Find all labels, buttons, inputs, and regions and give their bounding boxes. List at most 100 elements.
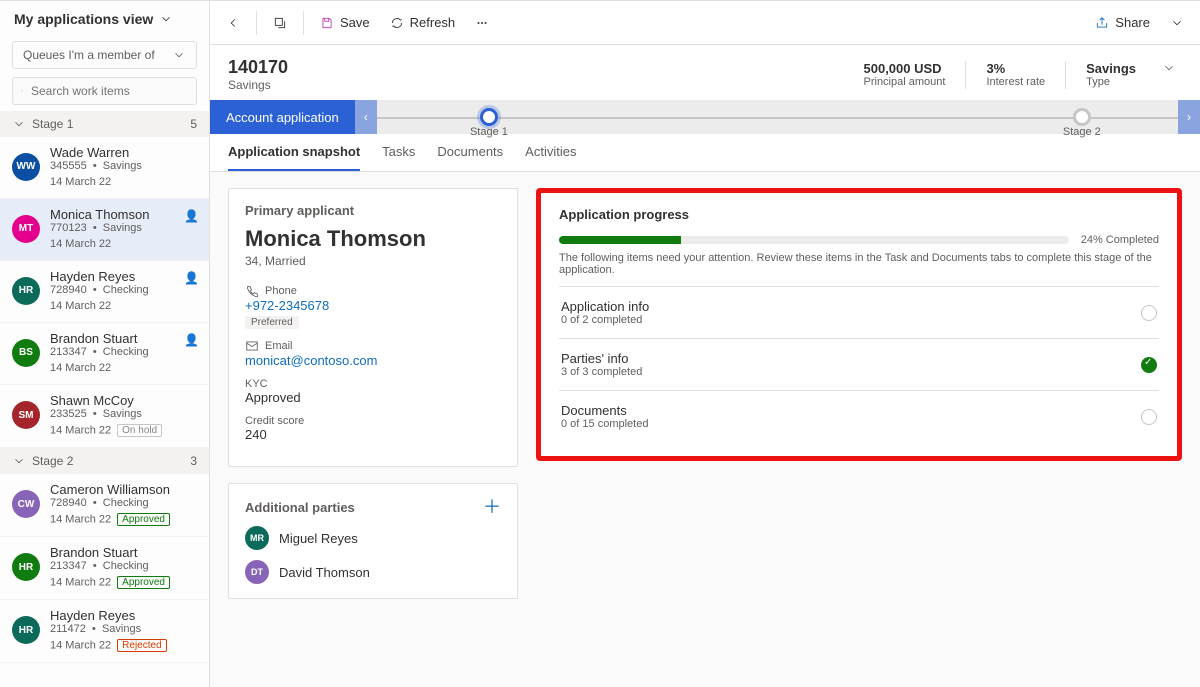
work-item-sub: 728940 • Checking bbox=[50, 497, 197, 509]
refresh-button[interactable]: Refresh bbox=[382, 9, 464, 36]
avatar: MR bbox=[245, 526, 269, 550]
interest-rate-label: Interest rate bbox=[986, 76, 1045, 88]
parties-header: Additional parties bbox=[245, 500, 355, 515]
avatar: CW bbox=[12, 490, 40, 518]
applicant-meta: 34, Married bbox=[245, 254, 501, 268]
work-item[interactable]: SMShawn McCoy233525 • Savings14 March 22… bbox=[0, 385, 209, 448]
presence-icon: 👤 bbox=[184, 333, 199, 347]
stage-current-label: Account application bbox=[226, 110, 339, 125]
work-item[interactable]: BSBrandon Stuart213347 • Checking14 Marc… bbox=[0, 323, 209, 385]
tab-tasks[interactable]: Tasks bbox=[382, 134, 415, 171]
work-item-sub: 345555 • Savings bbox=[50, 160, 197, 172]
phone-label: Phone bbox=[265, 285, 297, 297]
work-item-name: Cameron Williamson bbox=[50, 482, 197, 497]
search-icon bbox=[21, 84, 23, 98]
stage-prev-button[interactable]: ‹ bbox=[355, 100, 377, 134]
status-badge: Approved bbox=[117, 576, 170, 589]
work-item-name: Wade Warren bbox=[50, 145, 197, 160]
more-button[interactable] bbox=[467, 10, 497, 36]
account-type-label: Type bbox=[1086, 76, 1136, 88]
score-label: Credit score bbox=[245, 415, 304, 427]
avatar: HR bbox=[12, 553, 40, 581]
primary-applicant-card: Primary applicant Monica Thomson 34, Mar… bbox=[228, 188, 518, 467]
avatar: SM bbox=[12, 401, 40, 429]
share-icon bbox=[1095, 16, 1109, 30]
progress-section[interactable]: Application info0 of 2 completed bbox=[559, 286, 1159, 338]
stage-bar: Account application ‹ Stage 1 Stage 2 › bbox=[210, 100, 1200, 134]
work-item-date: 14 March 22 bbox=[50, 238, 197, 250]
stage-next-button[interactable]: › bbox=[1178, 100, 1200, 134]
section-sub: 0 of 15 completed bbox=[561, 418, 648, 430]
phone-value[interactable]: +972-2345678 bbox=[245, 298, 501, 313]
stage-current-flag[interactable]: Account application bbox=[210, 100, 355, 134]
progress-bar-fill bbox=[559, 236, 681, 244]
chevron-down-icon bbox=[159, 12, 173, 26]
save-button[interactable]: Save bbox=[312, 9, 378, 36]
work-item[interactable]: HRHayden Reyes728940 • Checking14 March … bbox=[0, 261, 209, 323]
record-subtitle: Savings bbox=[228, 78, 288, 92]
queue-select[interactable]: Queues I'm a member of bbox=[12, 41, 197, 69]
work-item[interactable]: WWWade Warren345555 • Savings14 March 22 bbox=[0, 137, 209, 199]
party-name: David Thomson bbox=[279, 565, 370, 580]
header-expand[interactable] bbox=[1156, 61, 1182, 78]
work-item[interactable]: HRHayden Reyes211472 • Savings14 March 2… bbox=[0, 600, 209, 663]
email-value[interactable]: monicat@contoso.com bbox=[245, 353, 501, 368]
work-item-name: Hayden Reyes bbox=[50, 269, 197, 284]
tab-documents[interactable]: Documents bbox=[437, 134, 503, 171]
command-bar: Save Refresh Share bbox=[210, 1, 1200, 45]
save-label: Save bbox=[340, 15, 370, 30]
share-label: Share bbox=[1115, 15, 1150, 30]
divider bbox=[303, 11, 304, 35]
section-title: Application info bbox=[561, 299, 649, 314]
section-status-icon bbox=[1141, 357, 1157, 373]
view-title-label: My applications view bbox=[14, 11, 153, 27]
principal-amount: 500,000 USD bbox=[864, 61, 946, 76]
section-title: Parties' info bbox=[561, 351, 642, 366]
progress-section[interactable]: Parties' info3 of 3 completed bbox=[559, 338, 1159, 390]
section-sub: 3 of 3 completed bbox=[561, 366, 642, 378]
work-item[interactable]: HRBrandon Stuart213347 • Checking14 Marc… bbox=[0, 537, 209, 600]
stage2-header[interactable]: Stage 2 3 bbox=[0, 448, 209, 474]
work-item-date: 14 March 22Rejected bbox=[50, 639, 197, 652]
stage2-count: 3 bbox=[190, 454, 197, 468]
party-row[interactable]: DTDavid Thomson bbox=[245, 560, 501, 584]
tab-activities[interactable]: Activities bbox=[525, 134, 576, 171]
tabs: Application snapshot Tasks Documents Act… bbox=[210, 134, 1200, 172]
work-item-name: Monica Thomson bbox=[50, 207, 197, 222]
stage1-count: 5 bbox=[190, 117, 197, 131]
tab-snapshot[interactable]: Application snapshot bbox=[228, 134, 360, 171]
status-badge: Rejected bbox=[117, 639, 166, 652]
search-input[interactable] bbox=[29, 83, 188, 99]
email-label: Email bbox=[265, 340, 293, 352]
work-item-sub: 770123 • Savings bbox=[50, 222, 197, 234]
work-item-sub: 728940 • Checking bbox=[50, 284, 197, 296]
status-badge: On hold bbox=[117, 424, 162, 437]
open-window-button[interactable] bbox=[265, 10, 295, 36]
share-dropdown[interactable] bbox=[1162, 10, 1192, 36]
avatar: HR bbox=[12, 277, 40, 305]
record-number: 140170 bbox=[228, 57, 288, 78]
right-column: Application progress 24% Completed The f… bbox=[536, 188, 1182, 671]
kyc-value: Approved bbox=[245, 390, 501, 405]
progress-note: The following items need your attention.… bbox=[559, 252, 1159, 276]
work-item[interactable]: MTMonica Thomson770123 • Savings14 March… bbox=[0, 199, 209, 261]
divider bbox=[1065, 61, 1066, 89]
add-party-button[interactable]: ＋ bbox=[483, 498, 501, 516]
presence-icon: 👤 bbox=[184, 209, 199, 223]
work-item[interactable]: CWCameron Williamson728940 • Checking14 … bbox=[0, 474, 209, 537]
back-button[interactable] bbox=[218, 10, 248, 36]
refresh-icon bbox=[390, 16, 404, 30]
search-input-wrapper[interactable] bbox=[12, 77, 197, 105]
view-title[interactable]: My applications view bbox=[0, 1, 209, 37]
work-item-name: Shawn McCoy bbox=[50, 393, 197, 408]
work-item-name: Brandon Stuart bbox=[50, 545, 197, 560]
progress-section[interactable]: Documents0 of 15 completed bbox=[559, 390, 1159, 442]
section-status-icon bbox=[1141, 305, 1157, 321]
stage1-header[interactable]: Stage 1 5 bbox=[0, 111, 209, 137]
chevron-down-icon bbox=[1170, 16, 1184, 30]
avatar: WW bbox=[12, 153, 40, 181]
share-button[interactable]: Share bbox=[1087, 9, 1158, 36]
party-row[interactable]: MRMiguel Reyes bbox=[245, 526, 501, 550]
progress-sections: Application info0 of 2 completedParties'… bbox=[559, 286, 1159, 442]
status-badge: Approved bbox=[117, 513, 170, 526]
